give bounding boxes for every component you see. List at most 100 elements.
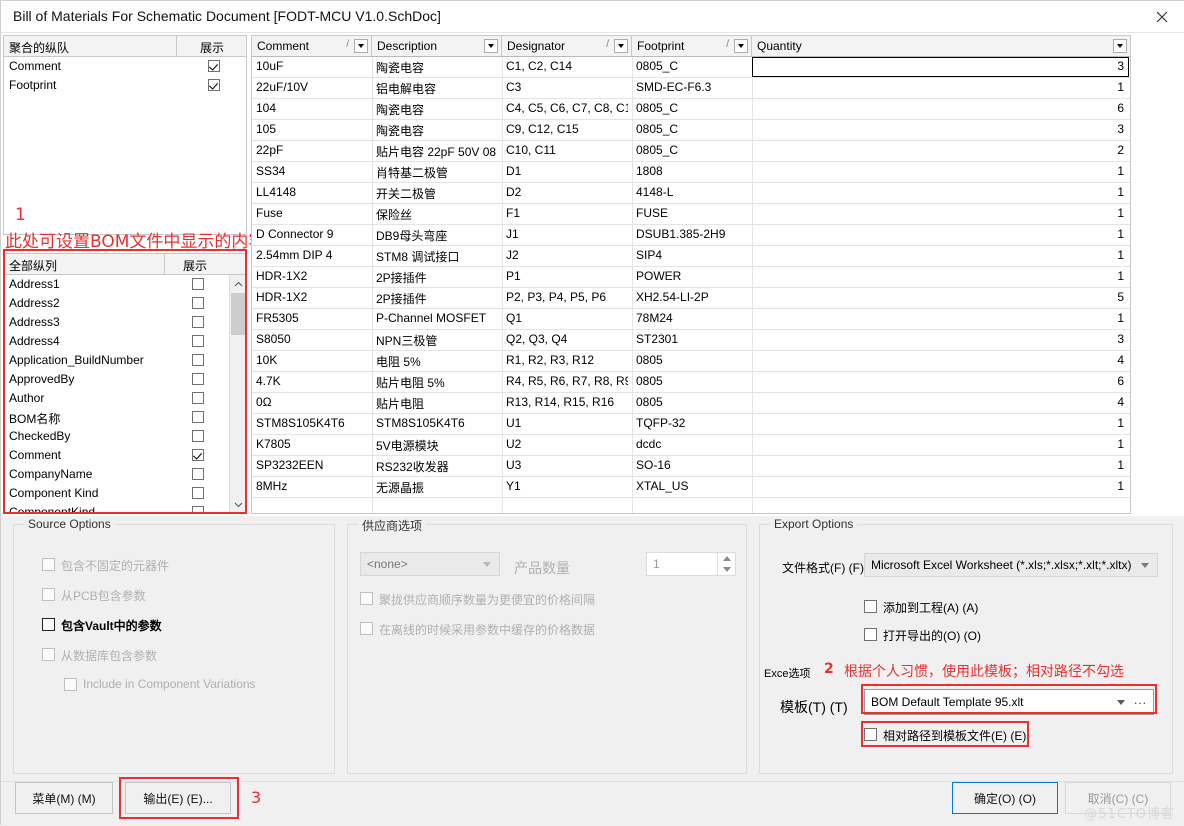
- cell-description[interactable]: 5V电源模块: [376, 437, 498, 453]
- cell-description[interactable]: 贴片电容 22pF 50V 08: [376, 143, 498, 159]
- table-row[interactable]: SS34 肖特基二极管 D1 1808 1: [252, 162, 1130, 183]
- cell-comment[interactable]: K7805: [256, 437, 368, 453]
- cell-quantity[interactable]: 1: [756, 458, 1124, 474]
- scroll-down-icon[interactable]: [230, 496, 247, 513]
- column-header-quantity[interactable]: Quantity: [752, 36, 1130, 56]
- table-row[interactable]: 22uF/10V 铝电解电容 C3 SMD-EC-F6.3 1: [252, 78, 1130, 99]
- aggregated-columns-list[interactable]: 聚合的纵队 展示 Comment Footprint: [3, 35, 247, 235]
- table-row[interactable]: 4.7K 贴片电阻 5% R4, R5, R6, R7, R8, R9 0805 6: [252, 372, 1130, 393]
- table-row[interactable]: S8050 NPN三极管 Q2, Q3, Q4 ST2301 3: [252, 330, 1130, 351]
- cell-comment[interactable]: SS34: [256, 164, 368, 180]
- all-column-row[interactable]: Address1: [4, 275, 228, 294]
- cell-comment[interactable]: S8050: [256, 332, 368, 348]
- column-header-comment[interactable]: Comment /: [252, 36, 372, 56]
- cell-description[interactable]: 2P接插件: [376, 290, 498, 306]
- all-column-row[interactable]: Address2: [4, 294, 228, 313]
- cell-designator[interactable]: D2: [506, 185, 628, 201]
- cell-quantity[interactable]: 1: [756, 437, 1124, 453]
- table-row[interactable]: STM8S105K4T6 STM8S105K4T6 U1 TQFP-32 1: [252, 414, 1130, 435]
- cell-quantity[interactable]: 6: [756, 101, 1124, 117]
- cell-quantity[interactable]: 1: [756, 185, 1124, 201]
- all-column-row[interactable]: CompanyName: [4, 465, 228, 484]
- checkbox-box[interactable]: [864, 600, 877, 613]
- cell-description[interactable]: NPN三极管: [376, 332, 498, 348]
- cell-quantity[interactable]: 1: [756, 227, 1124, 243]
- supplier-select[interactable]: <none>: [360, 552, 500, 576]
- cell-footprint[interactable]: FUSE: [636, 206, 748, 222]
- cell-description[interactable]: DB9母头弯座: [376, 227, 498, 243]
- cell-quantity[interactable]: 1: [756, 269, 1124, 285]
- cell-quantity[interactable]: 6: [756, 374, 1124, 390]
- all-column-checkbox[interactable]: [192, 430, 204, 442]
- cell-footprint[interactable]: XH2.54-LI-2P: [636, 290, 748, 306]
- all-column-row[interactable]: Component Kind: [4, 484, 228, 503]
- all-column-row[interactable]: ComponentKind: [4, 503, 228, 513]
- column-header-designator[interactable]: Designator /: [502, 36, 632, 56]
- filter-dropdown-icon[interactable]: [734, 39, 748, 53]
- cell-footprint[interactable]: 0805_C: [636, 101, 748, 117]
- bom-table[interactable]: Comment / Description Designator / Footprint /…: [251, 35, 1131, 514]
- table-row[interactable]: 10K 电阻 5% R1, R2, R3, R12 0805 4: [252, 351, 1130, 372]
- cell-designator[interactable]: P1: [506, 269, 628, 285]
- cell-footprint[interactable]: dcdc: [636, 437, 748, 453]
- cell-quantity[interactable]: 3: [756, 122, 1124, 138]
- cell-comment[interactable]: 4.7K: [256, 374, 368, 390]
- ok-button[interactable]: 确定(O) (O): [952, 782, 1058, 814]
- cell-description[interactable]: 电阻 5%: [376, 353, 498, 369]
- cell-comment[interactable]: 105: [256, 122, 368, 138]
- aggregated-column-row[interactable]: Comment: [4, 57, 246, 76]
- cell-footprint[interactable]: SO-16: [636, 458, 748, 474]
- cell-quantity[interactable]: 1: [756, 164, 1124, 180]
- table-row[interactable]: 2.54mm DIP 4 STM8 调试接口 J2 SIP4 1: [252, 246, 1130, 267]
- cell-description[interactable]: RS232收发器: [376, 458, 498, 474]
- cell-designator[interactable]: R4, R5, R6, R7, R8, R9: [506, 374, 628, 390]
- template-select[interactable]: BOM Default Template 95.xlt ...: [864, 689, 1154, 715]
- cell-designator[interactable]: C3: [506, 80, 628, 96]
- cell-comment[interactable]: Fuse: [256, 206, 368, 222]
- bom-table-body[interactable]: 10uF 陶瓷电容 C1, C2, C14 0805_C 3 22uF/10V 铝电解电容 C…: [252, 57, 1130, 513]
- scroll-up-icon[interactable]: [230, 275, 247, 292]
- filter-dropdown-icon[interactable]: [614, 39, 628, 53]
- stepper-down-icon[interactable]: [718, 564, 735, 575]
- table-row[interactable]: 104 陶瓷电容 C4, C5, C6, C7, C8, C13 0805_C 6: [252, 99, 1130, 120]
- cell-quantity[interactable]: 3: [756, 332, 1124, 348]
- cell-description[interactable]: 2P接插件: [376, 269, 498, 285]
- all-column-checkbox[interactable]: [192, 297, 204, 309]
- all-column-row[interactable]: Author: [4, 389, 228, 408]
- table-row[interactable]: K7805 5V电源模块 U2 dcdc 1: [252, 435, 1130, 456]
- table-row[interactable]: 10uF 陶瓷电容 C1, C2, C14 0805_C 3: [252, 57, 1130, 78]
- column-header-description[interactable]: Description: [372, 36, 502, 56]
- table-row[interactable]: LL4148 开关二极管 D2 4148-L 1: [252, 183, 1130, 204]
- cell-quantity[interactable]: 3: [756, 59, 1124, 75]
- table-row[interactable]: D Connector 9 DB9母头弯座 J1 DSUB1.385-2H9 1: [252, 225, 1130, 246]
- close-icon[interactable]: [1139, 1, 1184, 32]
- filter-dropdown-icon[interactable]: [354, 39, 368, 53]
- sort-icon[interactable]: /: [346, 39, 349, 50]
- cell-designator[interactable]: U1: [506, 416, 628, 432]
- table-row[interactable]: 105 陶瓷电容 C9, C12, C15 0805_C 3: [252, 120, 1130, 141]
- cell-description[interactable]: STM8 调试接口: [376, 248, 498, 264]
- table-row[interactable]: 8MHz 无源晶振 Y1 XTAL_US 1: [252, 477, 1130, 498]
- cell-quantity[interactable]: 1: [756, 479, 1124, 495]
- cell-designator[interactable]: R1, R2, R3, R12: [506, 353, 628, 369]
- cell-description[interactable]: 贴片电阻 5%: [376, 374, 498, 390]
- cell-description[interactable]: 贴片电阻: [376, 395, 498, 411]
- all-column-row[interactable]: Application_BuildNumber: [4, 351, 228, 370]
- cell-comment[interactable]: HDR-1X2: [256, 290, 368, 306]
- cell-description[interactable]: STM8S105K4T6: [376, 416, 498, 432]
- cell-footprint[interactable]: ST2301: [636, 332, 748, 348]
- sort-icon[interactable]: /: [726, 39, 729, 50]
- scrollbar-thumb[interactable]: [231, 293, 246, 335]
- cell-designator[interactable]: U3: [506, 458, 628, 474]
- cell-designator[interactable]: Y1: [506, 479, 628, 495]
- cell-designator[interactable]: F1: [506, 206, 628, 222]
- export-button[interactable]: 输出(E) (E)...: [125, 782, 231, 814]
- cell-comment[interactable]: 10uF: [256, 59, 368, 75]
- all-column-checkbox[interactable]: [192, 335, 204, 347]
- cell-designator[interactable]: R13, R14, R15, R16: [506, 395, 628, 411]
- cell-comment[interactable]: HDR-1X2: [256, 269, 368, 285]
- cell-designator[interactable]: J1: [506, 227, 628, 243]
- cell-footprint[interactable]: 0805_C: [636, 59, 748, 75]
- cell-description[interactable]: 铝电解电容: [376, 80, 498, 96]
- cell-quantity[interactable]: 5: [756, 290, 1124, 306]
